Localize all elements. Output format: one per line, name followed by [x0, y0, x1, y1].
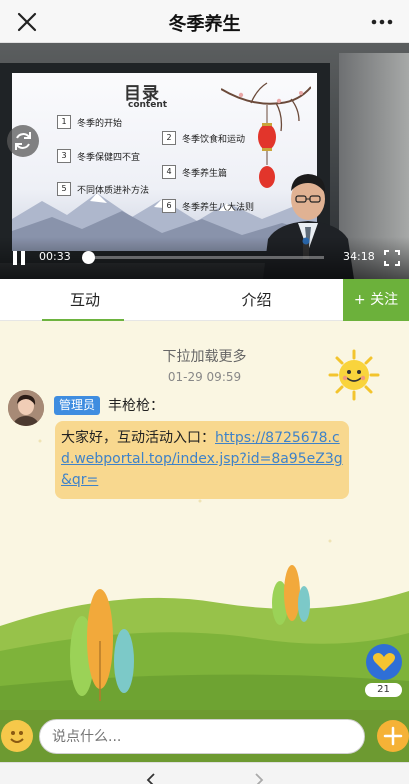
like-button[interactable]	[366, 644, 402, 680]
browser-nav-bar	[0, 762, 409, 784]
add-button[interactable]	[377, 720, 409, 752]
like-count: 21	[365, 683, 402, 697]
fullscreen-icon[interactable]	[384, 250, 400, 266]
slide-item: 5 不同体质进补方法	[57, 182, 149, 196]
page-title: 冬季养生	[168, 14, 241, 35]
plus-icon	[383, 726, 403, 746]
top-bar: 冬季养生	[0, 0, 409, 43]
message-timestamp: 01-29 09:59	[167, 370, 242, 384]
load-more-hint[interactable]: 下拉加载更多	[0, 346, 409, 366]
sender-name: 丰枪枪：	[108, 398, 164, 414]
slide-item: 4 冬季养生篇	[162, 165, 227, 179]
message-text: 大家好，互动活动入口：	[61, 430, 215, 446]
comment-input[interactable]	[39, 719, 365, 754]
rotate-button[interactable]	[7, 125, 39, 157]
user-avatar-image	[8, 390, 44, 426]
emoji-button[interactable]	[1, 720, 33, 752]
tab-introduction-label: 介绍	[241, 291, 272, 309]
more-icon[interactable]	[369, 9, 395, 35]
admin-badge: 管理员	[54, 396, 101, 415]
slide-item: 3 冬季保健四不宜	[57, 149, 140, 163]
slide-subtitle: content	[128, 100, 168, 110]
tab-introduction[interactable]: 介绍	[170, 279, 343, 321]
avatar[interactable]	[8, 390, 44, 426]
slide-item: 6 冬季养生八大法则	[162, 199, 254, 213]
pause-icon[interactable]	[12, 251, 28, 267]
total-time: 34:18	[343, 250, 375, 263]
slide-item: 1 冬季的开始	[57, 115, 122, 129]
current-time: 00:33	[39, 250, 71, 263]
progress-handle[interactable]	[82, 251, 95, 264]
video-player[interactable]: 目录 content 1 冬季的开始 2 冬季饮食和运动 3 冬季保健四不宜 4 冬季养…	[0, 43, 409, 279]
input-bar	[0, 710, 409, 762]
forward-arrow-icon[interactable]	[252, 773, 266, 784]
video-controls: 00:33 34:18	[0, 237, 409, 279]
tab-interaction[interactable]: 互动	[0, 279, 170, 321]
message-bubble: 大家好，互动活动入口：https://8725678.cd.webportal.…	[55, 421, 349, 499]
progress-bar[interactable]	[82, 251, 324, 264]
rotate-icon	[15, 132, 31, 150]
tab-interaction-label: 互动	[69, 291, 100, 309]
smile-icon	[10, 731, 24, 743]
heart-icon	[373, 653, 395, 671]
chat-area[interactable]: 下拉加载更多 01-29 09:59 管理员 丰枪枪： 大家好，互动活动入口：h…	[0, 321, 409, 710]
slide-item: 2 冬季饮食和运动	[162, 131, 245, 145]
back-arrow-icon[interactable]	[144, 773, 158, 784]
follow-button[interactable]: + 关注	[343, 279, 409, 321]
